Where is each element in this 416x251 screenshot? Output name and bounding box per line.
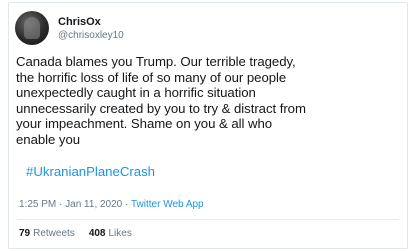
likes-label: Likes bbox=[108, 228, 132, 239]
tweet-source-link[interactable]: Twitter Web App bbox=[131, 199, 204, 210]
tweet-card: ChrisOx @chrisoxley10 Canada blames you … bbox=[8, 2, 408, 249]
tweet-time[interactable]: 1:25 PM bbox=[19, 199, 56, 210]
tweet-text: Canada blames you Trump. Our terrible tr… bbox=[16, 54, 306, 147]
retweets-label: Retweets bbox=[33, 228, 75, 239]
author-names: ChrisOx @chrisoxley10 bbox=[58, 15, 124, 42]
retweets-stat[interactable]: 79 Retweets bbox=[19, 228, 75, 240]
meta-separator: · bbox=[59, 199, 63, 210]
meta-separator-2: · bbox=[125, 199, 129, 210]
tweet-stats: 79 Retweets 408 Likes bbox=[19, 228, 132, 240]
retweets-count: 79 bbox=[19, 228, 31, 239]
tweet-timestamp: 1:25 PM · Jan 11, 2020 · Twitter Web App bbox=[19, 199, 204, 211]
hashtag-link[interactable]: #UkranianPlaneCrash bbox=[26, 164, 155, 180]
likes-stat[interactable]: 408 Likes bbox=[89, 228, 132, 240]
avatar[interactable] bbox=[15, 11, 49, 45]
tweet-header: ChrisOx @chrisoxley10 bbox=[15, 8, 124, 48]
author-handle[interactable]: @chrisoxley10 bbox=[58, 29, 124, 42]
tweet-date[interactable]: Jan 11, 2020 bbox=[65, 199, 122, 210]
divider bbox=[17, 219, 399, 220]
likes-count: 408 bbox=[88, 228, 106, 239]
author-display-name[interactable]: ChrisOx bbox=[58, 15, 124, 29]
